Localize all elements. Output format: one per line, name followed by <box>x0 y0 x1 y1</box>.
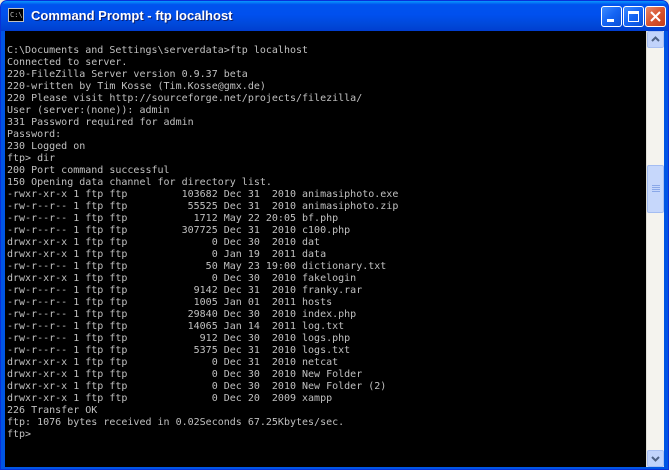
console-line: 220-written by Tim Kosse (Tim.Kosse@gmx.… <box>7 81 266 92</box>
maximize-icon <box>628 11 639 22</box>
console-line: drwxr-xr-x 1 ftp ftp 0 Dec 30 2010 New F… <box>7 369 363 380</box>
console-line: User (server:(none)): admin <box>7 105 170 116</box>
scroll-down-button[interactable] <box>647 450 664 467</box>
command-prompt-window: C:\ Command Prompt - ftp localhost C:\Do… <box>0 0 669 470</box>
console-line: -rw-r--r-- 1 ftp ftp 307725 Dec 31 2010 … <box>7 225 351 236</box>
console-line: drwxr-xr-x 1 ftp ftp 0 Dec 30 2010 fakel… <box>7 273 357 284</box>
cmd-icon[interactable]: C:\ <box>8 8 24 22</box>
console-line: 230 Logged on <box>7 141 86 152</box>
console-line: drwxr-xr-x 1 ftp ftp 0 Dec 20 2009 xampp <box>7 393 333 404</box>
console-line: -rw-r--r-- 1 ftp ftp 29840 Dec 30 2010 i… <box>7 309 357 320</box>
console-line: Connected to server. <box>7 57 128 68</box>
console-line: ftp: 1076 bytes received in 0.02Seconds … <box>7 417 345 428</box>
console-line: ftp> <box>7 429 32 440</box>
console-line: -rw-r--r-- 1 ftp ftp 1005 Jan 01 2011 ho… <box>7 297 333 308</box>
grip-line <box>652 185 660 186</box>
vertical-scrollbar[interactable] <box>646 31 664 467</box>
console-line: ftp> dir <box>7 153 56 164</box>
console-line: -rw-r--r-- 1 ftp ftp 55525 Dec 31 2010 a… <box>7 201 399 212</box>
scroll-up-button[interactable] <box>647 31 664 48</box>
console-line: Password: <box>7 129 62 140</box>
arrow-down-icon <box>651 456 660 462</box>
console-line: -rw-r--r-- 1 ftp ftp 9142 Dec 31 2010 fr… <box>7 285 363 296</box>
maximize-button[interactable] <box>623 6 644 27</box>
console-line: -rw-r--r-- 1 ftp ftp 14065 Jan 14 2011 l… <box>7 321 345 332</box>
console-line: drwxr-xr-x 1 ftp ftp 0 Dec 30 2010 New F… <box>7 381 387 392</box>
console-line: 220-FileZilla Server version 0.9.37 beta <box>7 69 248 80</box>
console-line: -rw-r--r-- 1 ftp ftp 5375 Dec 31 2010 lo… <box>7 345 351 356</box>
console-line: -rw-r--r-- 1 ftp ftp 1712 May 22 20:05 b… <box>7 213 339 224</box>
console-line: 331 Password required for admin <box>7 117 194 128</box>
console-line: drwxr-xr-x 1 ftp ftp 0 Jan 19 2011 data <box>7 249 327 260</box>
console-line: -rw-r--r-- 1 ftp ftp 50 May 23 19:00 dic… <box>7 261 387 272</box>
console-line: C:\Documents and Settings\serverdata>ftp… <box>7 45 309 56</box>
minimize-icon <box>607 19 614 22</box>
close-icon <box>650 11 661 22</box>
console-client-area: C:\Documents and Settings\serverdata>ftp… <box>5 31 664 467</box>
console-line: -rw-r--r-- 1 ftp ftp 912 Dec 30 2010 log… <box>7 333 351 344</box>
arrow-up-icon <box>651 36 660 42</box>
console-output[interactable]: C:\Documents and Settings\serverdata>ftp… <box>5 31 646 467</box>
title-bar[interactable]: C:\ Command Prompt - ftp localhost <box>1 1 668 31</box>
grip-line <box>652 189 660 190</box>
window-title: Command Prompt - ftp localhost <box>31 8 233 23</box>
console-line: drwxr-xr-x 1 ftp ftp 0 Dec 30 2010 dat <box>7 237 321 248</box>
grip-line <box>652 187 660 188</box>
console-line: -rwxr-xr-x 1 ftp ftp 103682 Dec 31 2010 … <box>7 189 399 200</box>
grip-line <box>652 191 660 192</box>
minimize-button[interactable] <box>601 6 622 27</box>
scroll-thumb[interactable] <box>647 165 664 213</box>
console-line: 200 Port command successful <box>7 165 170 176</box>
close-button[interactable] <box>645 6 666 27</box>
console-line: 150 Opening data channel for directory l… <box>7 177 272 188</box>
console-line: 226 Transfer OK <box>7 405 98 416</box>
console-line: drwxr-xr-x 1 ftp ftp 0 Dec 31 2010 netca… <box>7 357 339 368</box>
console-line: 220 Please visit http://sourceforge.net/… <box>7 93 363 104</box>
